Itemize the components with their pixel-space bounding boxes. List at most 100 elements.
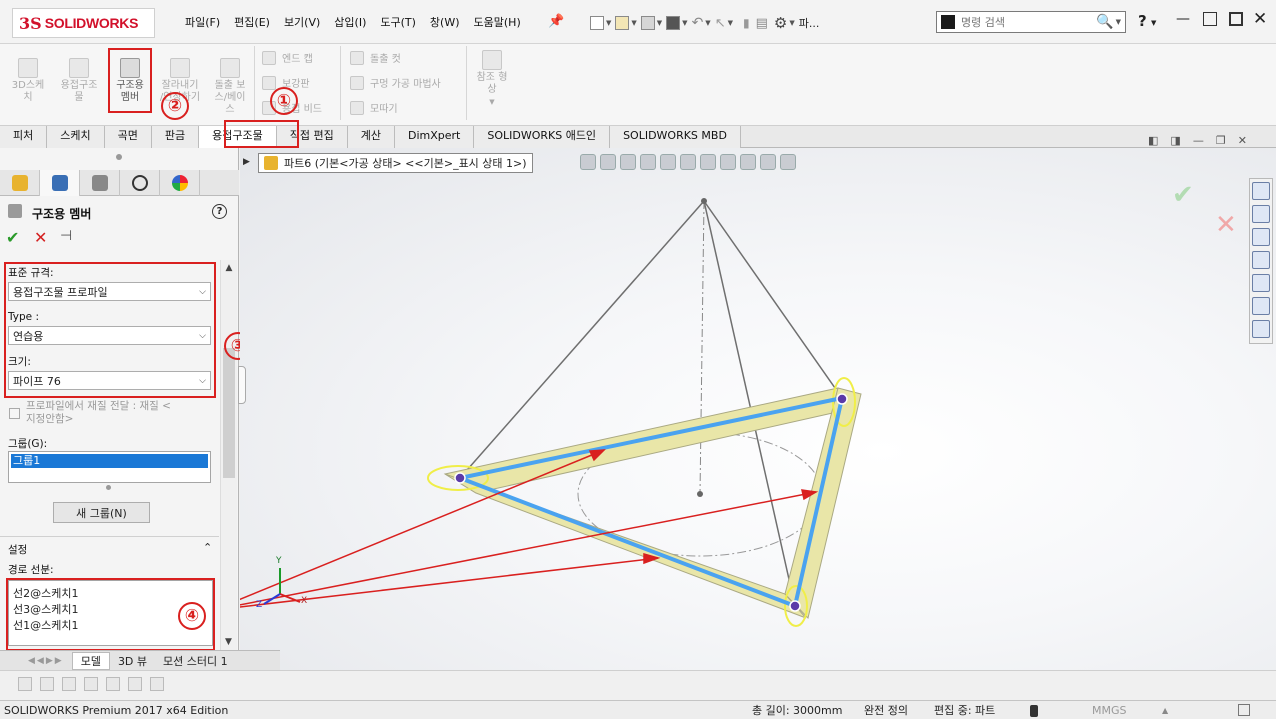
tool-icon[interactable] [18, 677, 32, 691]
tab-3d-view[interactable]: 3D 뷰 [110, 653, 155, 669]
viewport-close-icon[interactable]: ✕ [1238, 134, 1247, 147]
chevron-down-icon[interactable]: ▼ [789, 19, 794, 27]
ribbon-separator [254, 46, 255, 120]
tool-icon[interactable] [128, 677, 142, 691]
reference-geometry-button[interactable]: 참조 형 상 ▼ [472, 50, 512, 108]
weldment-button[interactable]: 용접구조 물 [54, 58, 104, 104]
unit-system-text[interactable]: MMGS [1092, 704, 1127, 717]
save-icon[interactable] [640, 16, 655, 30]
search-input[interactable] [961, 15, 1081, 29]
3d-sketch-button[interactable]: 3D스케 치 [8, 58, 48, 104]
pushpin-icon[interactable]: ⊣ [60, 228, 72, 244]
undo-icon[interactable]: ↶ [692, 15, 704, 31]
tab-scroll-icons[interactable]: ◀◀▶▶ [0, 656, 72, 666]
viewport-restore-icon[interactable]: ❐ [1216, 134, 1226, 147]
tool-icon[interactable] [106, 677, 120, 691]
chevron-down-icon[interactable]: ▼ [472, 96, 512, 108]
dimxpert-manager-tab[interactable] [120, 170, 160, 196]
tab-surfaces[interactable]: 곡면 [104, 126, 152, 148]
chevron-down-icon[interactable]: ▼ [705, 19, 710, 27]
gear-icon[interactable]: ⚙ [774, 14, 787, 32]
chevron-up-icon[interactable]: ▲ [1162, 706, 1168, 715]
tab-evaluate[interactable]: 계산 [347, 126, 395, 148]
ok-check-icon[interactable]: ✔ [6, 228, 19, 247]
edition-text: SOLIDWORKS Premium 2017 x64 Edition [4, 703, 229, 717]
chevron-down-icon[interactable]: ▼ [682, 19, 687, 27]
help-icon[interactable]: ? [212, 204, 227, 219]
tool-icon[interactable] [150, 677, 164, 691]
toolbar-more[interactable]: 파... [799, 15, 820, 31]
tile-right-icon[interactable]: ◨ [1170, 134, 1180, 147]
tab-sketch[interactable]: 스케치 [47, 126, 105, 148]
tab-dimxpert[interactable]: DimXpert [394, 126, 475, 148]
status-options-icon[interactable] [1238, 704, 1250, 716]
bottom-tool-icons [18, 677, 164, 691]
print-icon[interactable] [666, 16, 681, 30]
pin-icon[interactable]: 📌 [548, 14, 564, 29]
chevron-down-icon[interactable]: ▼ [631, 19, 636, 27]
end-cap-button[interactable]: 엔드 캡 [262, 50, 313, 65]
extruded-cut-button[interactable]: 돌출 컷 [350, 50, 401, 65]
chamfer-icon [350, 100, 364, 115]
configuration-manager-tab[interactable] [80, 170, 120, 196]
tab-sheet-metal[interactable]: 판금 [151, 126, 200, 148]
hole-wizard-button[interactable]: 구멍 가공 마법사 [350, 75, 441, 90]
select-cursor-icon[interactable]: ↖ [715, 16, 726, 31]
tab-mbd[interactable]: SOLIDWORKS MBD [610, 126, 741, 148]
menu-insert[interactable]: 삽입(I) [327, 14, 373, 30]
menu-file[interactable]: 파일(F) [178, 14, 227, 30]
extruded-boss-button[interactable]: 돌출 보 스/베이 스 [210, 58, 250, 116]
scroll-thumb[interactable] [223, 348, 235, 478]
tab-motion-study[interactable]: 모션 스터디 1 [155, 653, 236, 669]
property-scrollbar[interactable]: ▲ ▼ [220, 260, 237, 650]
feature-manager-tab[interactable] [0, 170, 40, 196]
chevron-down-icon[interactable]: ▼ [1116, 18, 1121, 26]
open-folder-icon[interactable] [615, 16, 630, 30]
tool-icon[interactable] [84, 677, 98, 691]
solidworks-logo[interactable]: 3S SOLIDWORKS [12, 8, 155, 38]
group-item-1[interactable]: 그룹1 [11, 454, 208, 468]
menu-window[interactable]: 창(W) [423, 14, 467, 30]
search-icon[interactable]: 🔍 [1096, 14, 1113, 30]
maximize-button[interactable] [1229, 12, 1243, 26]
group-list[interactable]: 그룹1 [8, 451, 211, 483]
rebuild-icon[interactable]: ▮ [743, 16, 750, 30]
minimize-button[interactable]: — [1176, 11, 1190, 27]
chevron-up-icon[interactable]: ⌃ [203, 541, 212, 554]
gusset-icon [262, 75, 276, 90]
scroll-up-icon[interactable]: ▲ [221, 263, 237, 273]
menu-help[interactable]: 도움말(H) [467, 14, 528, 30]
chamfer-button[interactable]: 모따기 [350, 100, 398, 115]
list-resize-handle[interactable] [106, 485, 111, 490]
scroll-down-icon[interactable]: ▼ [225, 637, 232, 647]
tab-features[interactable]: 피처 [0, 126, 48, 148]
menu-tools[interactable]: 도구(T) [373, 14, 423, 30]
tab-addins[interactable]: SOLIDWORKS 애드인 [474, 126, 611, 148]
tool-icon[interactable] [40, 677, 54, 691]
cancel-x-icon[interactable]: ✕ [34, 228, 47, 247]
file-properties-icon[interactable]: ▤ [756, 16, 768, 31]
menu-edit[interactable]: 편집(E) [227, 14, 277, 30]
rebuild-status-icon[interactable] [1030, 705, 1038, 717]
viewport-minimize-icon[interactable]: — [1193, 134, 1204, 147]
menu-view[interactable]: 보기(V) [277, 14, 327, 30]
tool-icon[interactable] [62, 677, 76, 691]
chevron-down-icon[interactable]: ▼ [657, 19, 662, 27]
chevron-down-icon[interactable]: ▼ [606, 19, 611, 27]
chevron-down-icon[interactable]: ▼ [728, 19, 733, 27]
display-manager-tab[interactable] [160, 170, 200, 196]
property-manager-tab[interactable] [40, 170, 80, 196]
annotation-number-4: ④ [178, 602, 206, 630]
material-transfer-checkbox[interactable] [9, 408, 20, 419]
command-search-box[interactable]: 🔍 ▼ [936, 11, 1126, 33]
new-group-button[interactable]: 새 그룹(N) [53, 502, 150, 523]
tab-model[interactable]: 모델 [71, 651, 110, 670]
close-button[interactable]: ✕ [1253, 9, 1267, 29]
restore-button[interactable] [1203, 12, 1217, 26]
tile-left-icon[interactable]: ◧ [1148, 134, 1158, 147]
panel-splitter-handle[interactable] [116, 154, 122, 160]
new-file-icon[interactable] [590, 16, 604, 30]
help-button[interactable]: ? [1138, 12, 1147, 30]
chevron-down-icon[interactable]: ▼ [1151, 15, 1156, 28]
apex-point [701, 198, 707, 204]
